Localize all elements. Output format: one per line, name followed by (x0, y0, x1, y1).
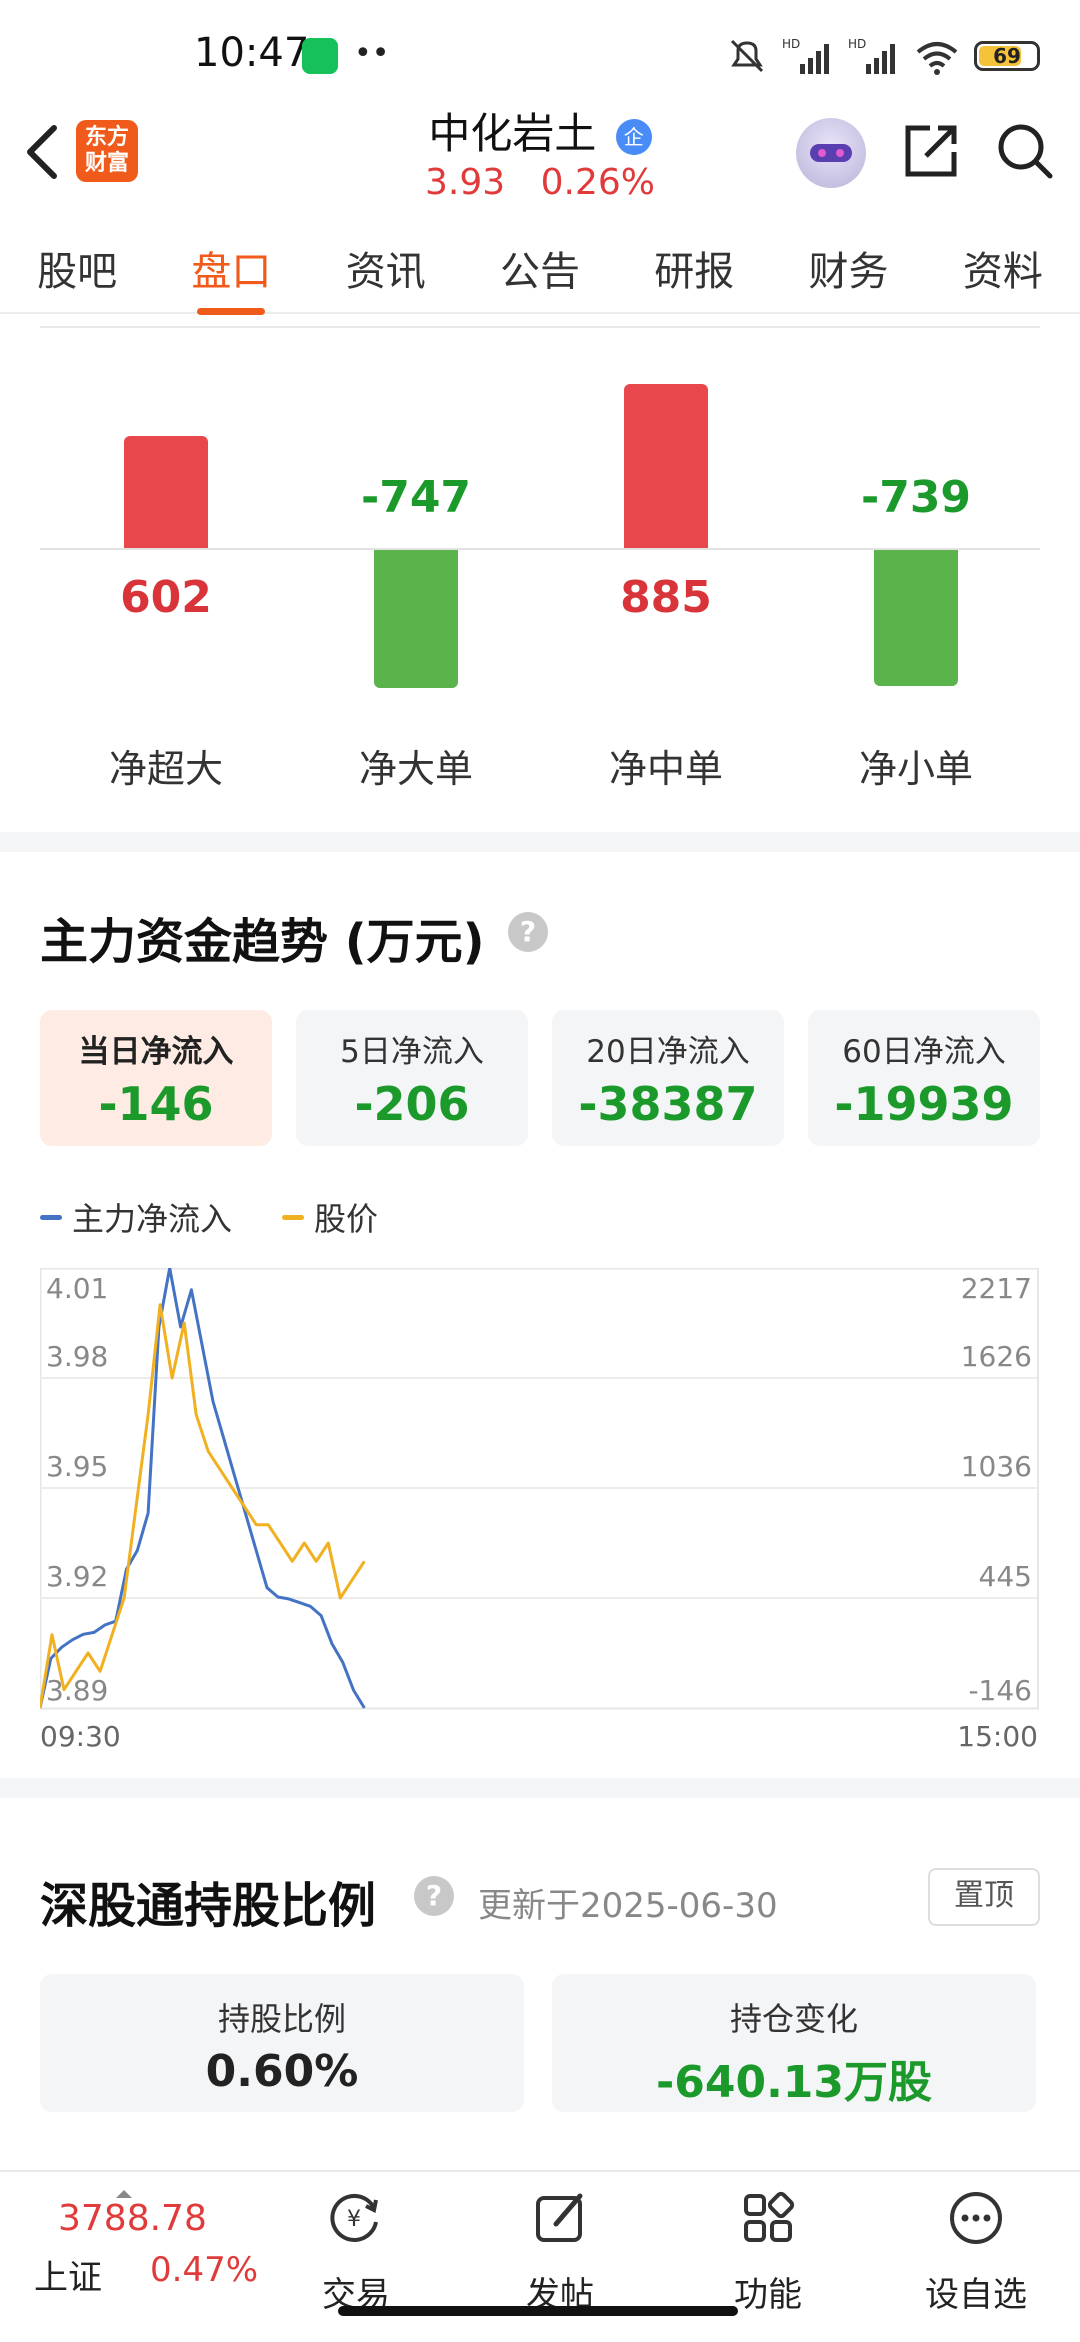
grid-icon (744, 2191, 795, 2242)
card-20d-inflow[interactable]: 20日净流入 -38387 (552, 1010, 784, 1146)
flow-bar-medium (624, 384, 708, 548)
nav-watchlist[interactable]: 设自选 (906, 2188, 1046, 2316)
index-name: 上证 (34, 2258, 102, 2298)
svg-text:HD: HD (782, 37, 800, 51)
legend-main-label: 主力净流入 (72, 1200, 233, 1238)
legend-main-swatch (40, 1214, 62, 1220)
enterprise-badge: 企 (615, 118, 652, 155)
hold-updated: 更新于2025-06-30 (478, 1886, 778, 1926)
home-indicator (338, 2306, 738, 2316)
svg-text:HD: HD (848, 37, 866, 51)
card-5d-inflow[interactable]: 5日净流入 -206 (296, 1010, 528, 1146)
tab-announcements[interactable]: 公告 (494, 239, 586, 297)
hold-change-value: -640.13万股 (655, 2057, 933, 2108)
right-tick-label: 445 (979, 1560, 1032, 1593)
trend-help-icon[interactable]: ? (508, 912, 548, 952)
left-tick-label: 3.92 (46, 1560, 108, 1593)
card-20d-label: 20日净流入 (586, 1034, 750, 1070)
mute-icon (730, 39, 764, 73)
flow-label-super: 净超大 (108, 747, 223, 791)
x-end-label: 15:00 (957, 1720, 1038, 1748)
trade-icon: ¥ (330, 2193, 378, 2242)
stock-price: 3.93 (425, 162, 506, 203)
card-today-label: 当日净流入 (78, 1034, 234, 1070)
battery-icon: 69 (974, 41, 1040, 71)
nav-trade[interactable]: ¥ 交易 (286, 2188, 426, 2316)
nav-post[interactable]: 发帖 (490, 2188, 630, 2316)
wifi-icon (916, 42, 958, 75)
legend-price-label: 股价 (314, 1200, 379, 1238)
more-circle-icon (950, 2192, 1002, 2244)
hold-ratio-label: 持股比例 (217, 2000, 346, 2038)
flow-label-large: 净大单 (358, 747, 473, 791)
hold-ratio-card: 持股比例 0.60% (40, 1974, 524, 2112)
search-icon[interactable] (994, 120, 1056, 182)
hold-ratio-value: 0.60% (205, 2046, 359, 2097)
status-icons: HD HD 69 (726, 34, 1040, 78)
right-tick-label: -146 (968, 1674, 1032, 1707)
nav-watchlist-label: 设自选 (925, 2275, 1027, 2315)
hold-title: 深股通持股比例 (40, 1878, 377, 1934)
index-ticker[interactable]: 3788.78 上证 0.47% (34, 2190, 264, 2300)
pin-top-button[interactable]: 置顶 (928, 1868, 1040, 1926)
flow-value-medium: 885 (620, 572, 712, 623)
index-up-arrow (116, 2190, 132, 2198)
tab-finance[interactable]: 财务 (803, 239, 895, 297)
svg-text:¥: ¥ (347, 2207, 361, 2232)
signal-icon-2: HD (848, 37, 895, 74)
left-tick-label: 3.95 (46, 1450, 108, 1483)
hold-change-card: 持仓变化 -640.13万股 (552, 1974, 1036, 2112)
hold-help-icon[interactable]: ? (414, 1876, 454, 1916)
post-icon (536, 2193, 583, 2242)
flow-divider-top (40, 326, 1040, 328)
signal-icon: HD (782, 37, 829, 74)
flow-bar-large (374, 550, 458, 688)
tab-profile[interactable]: 资料 (957, 239, 1049, 297)
index-pct: 0.47% (150, 2250, 259, 2290)
flow-label-medium: 净中单 (608, 747, 723, 791)
more-dots-icon: •• (354, 36, 390, 71)
assistant-avatar[interactable] (796, 118, 866, 188)
card-today-value: -146 (98, 1077, 214, 1131)
hold-change-label: 持仓变化 (729, 2000, 858, 2038)
status-time: 10:47 (194, 30, 310, 76)
right-tick-label: 1036 (961, 1450, 1032, 1483)
section-separator-2 (0, 1778, 1080, 1798)
card-60d-label: 60日净流入 (842, 1034, 1006, 1070)
flow-value-super: 602 (120, 572, 212, 623)
tab-bar: 股吧 盘口 资讯 公告 研报 财务 资料 (0, 224, 1080, 315)
stock-name: 中化岩土 (428, 109, 597, 158)
flow-value-large: -747 (360, 472, 472, 523)
share-icon[interactable] (900, 120, 962, 182)
flow-bar-super (124, 436, 208, 548)
flow-bar-small (874, 550, 958, 686)
legend-price-swatch (282, 1214, 305, 1220)
nav-functions[interactable]: 功能 (698, 2188, 838, 2316)
card-today-inflow[interactable]: 当日净流入 -146 (40, 1010, 272, 1146)
left-tick-label: 4.01 (46, 1272, 108, 1305)
tab-news[interactable]: 资讯 (340, 239, 432, 297)
card-5d-value: -206 (354, 1077, 470, 1131)
card-5d-label: 5日净流入 (340, 1034, 484, 1070)
index-value: 3788.78 (58, 2198, 207, 2239)
tab-research[interactable]: 研报 (648, 239, 740, 297)
flow-value-small: -739 (860, 472, 972, 523)
tab-guba[interactable]: 股吧 (31, 239, 123, 297)
trend-chart: 4.01 3.98 3.95 3.92 3.89 2217 1626 1036 445 -146 0… (40, 1268, 1039, 1748)
right-tick-label: 2217 (961, 1272, 1032, 1305)
right-tick-label: 1626 (961, 1340, 1032, 1373)
card-20d-value: -38387 (578, 1077, 758, 1131)
card-60d-value: -19939 (834, 1077, 1014, 1131)
section-separator-1 (0, 832, 1080, 852)
left-tick-label: 3.89 (46, 1674, 108, 1707)
chart-legend: 主力净流入 股价 (40, 1194, 378, 1240)
tab-pankou[interactable]: 盘口 (185, 239, 277, 315)
flow-label-small: 净小单 (858, 747, 973, 791)
wechat-icon (302, 38, 338, 74)
left-tick-label: 3.98 (46, 1340, 108, 1373)
trend-title: 主力资金趋势 (万元) (40, 914, 485, 970)
card-60d-inflow[interactable]: 60日净流入 -19939 (808, 1010, 1040, 1146)
x-start-label: 09:30 (40, 1720, 121, 1748)
stock-change: 0.26% (540, 162, 655, 203)
